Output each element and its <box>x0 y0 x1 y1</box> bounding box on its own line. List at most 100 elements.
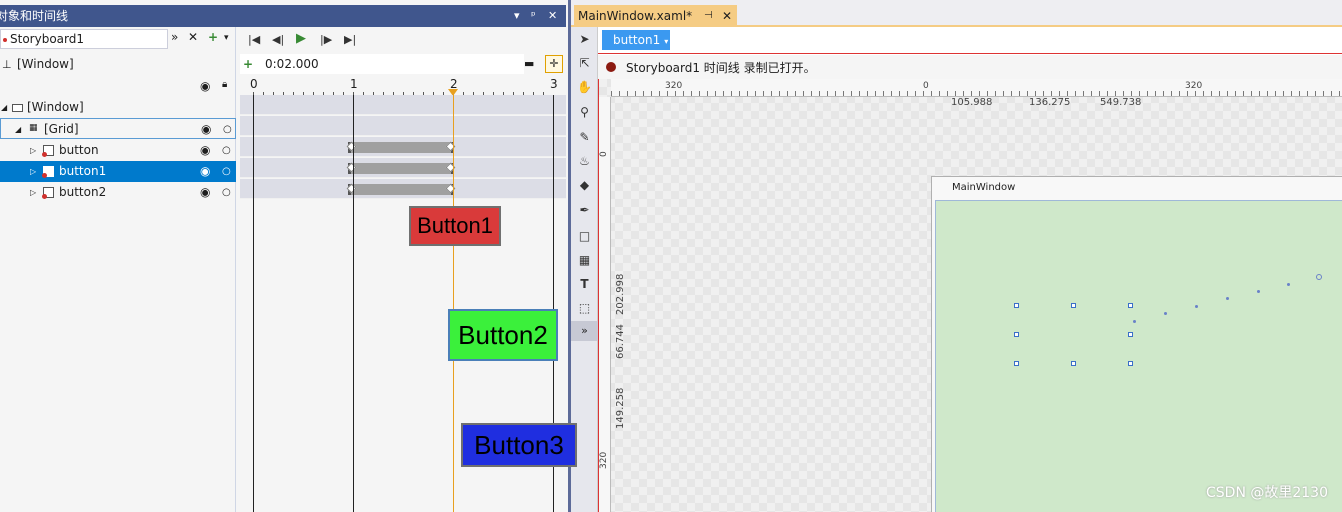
close-storyboard-icon[interactable]: ✕ <box>188 30 198 44</box>
button3-control[interactable]: Button3 <box>461 423 577 467</box>
root-window-row[interactable]: ⊥ [Window] <box>0 54 236 75</box>
keyframe-bar[interactable] <box>346 162 456 174</box>
record-keyframe-icon[interactable]: + <box>243 57 253 71</box>
lock-toggle-icon[interactable]: ○ <box>223 119 232 140</box>
tab-title: MainWindow.xaml* <box>578 9 693 23</box>
tree-item-window[interactable]: ◢ [Window] <box>0 97 236 118</box>
add-storyboard-icon[interactable]: + <box>208 30 218 44</box>
close-icon[interactable]: ✕ <box>722 5 732 27</box>
prev-frame-icon[interactable]: ◀| <box>272 33 284 46</box>
motion-path-endpoint[interactable] <box>1316 274 1322 280</box>
tree-item-grid[interactable]: ◢ ▦ [Grid] ◉ ○ <box>0 118 236 139</box>
control-icon[interactable]: ⬚ <box>576 300 593 317</box>
resize-handle[interactable] <box>1128 361 1133 366</box>
current-time: 0:02.000 <box>265 57 319 71</box>
storyboard-selector[interactable]: Storyboard1 <box>0 29 168 49</box>
direct-selection-icon[interactable]: ⇱ <box>576 55 593 72</box>
tree-item-button[interactable]: ▷ button ◉ ○ <box>0 140 236 161</box>
pin-icon[interactable]: ⊣ <box>704 5 713 27</box>
expand-icon[interactable]: ◢ <box>15 119 21 140</box>
panel-title: 对象和时间线 <box>0 9 69 23</box>
tree-item-button1[interactable]: ▷ button1 ◉ ○ <box>0 161 236 182</box>
resize-handle[interactable] <box>1128 303 1133 308</box>
watermark: CSDN @故里2130 <box>1206 485 1328 501</box>
go-to-start-icon[interactable]: |◀ <box>248 33 260 46</box>
close-icon[interactable]: ✕ <box>548 5 557 27</box>
timeline-ruler[interactable]: 0 1 2 3 <box>240 77 566 96</box>
breadcrumb: button1 ▾ <box>598 27 1342 54</box>
track-row <box>240 179 566 199</box>
pin-icon[interactable]: ᵖ <box>531 5 536 27</box>
button1-control[interactable]: Button1 <box>409 206 501 246</box>
collapse-icon[interactable]: ▷ <box>30 182 36 203</box>
more-tools-icon[interactable]: » <box>571 321 598 341</box>
ruler-label: 320 <box>665 81 683 91</box>
text-icon[interactable]: T <box>576 276 593 293</box>
artboard[interactable]: 320 0 320 105.988 136.275 549.738 0 320 … <box>598 79 1342 512</box>
button2-control[interactable]: Button2 <box>448 309 558 361</box>
keyframe[interactable] <box>346 162 357 173</box>
tree-item-label: button2 <box>59 185 107 199</box>
resize-handle[interactable] <box>1014 303 1019 308</box>
motion-path-point <box>1164 312 1167 315</box>
breadcrumb-item[interactable]: button1 ▾ <box>602 30 670 50</box>
lock-toggle-icon[interactable]: ○ <box>222 182 231 203</box>
size-label: 149.258 <box>615 387 626 429</box>
vertical-ruler: 0 320 <box>599 97 611 512</box>
resize-handle[interactable] <box>1014 332 1019 337</box>
eye-icon[interactable]: ◉ <box>200 161 210 182</box>
tree-item-label: button1 <box>59 164 107 178</box>
eye-icon[interactable]: ◉ <box>200 140 210 161</box>
track-row <box>240 137 566 157</box>
resize-handle[interactable] <box>1071 361 1076 366</box>
next-frame-icon[interactable]: |▶ <box>320 33 332 46</box>
resize-handle[interactable] <box>1071 303 1076 308</box>
collapse-icon[interactable]: ▷ <box>30 140 36 161</box>
tree-item-label: button <box>59 143 99 157</box>
rectangle-icon[interactable]: □ <box>576 228 593 245</box>
tree-item-button2[interactable]: ▷ button2 ◉ ○ <box>0 182 236 203</box>
keyframe-bar[interactable] <box>346 141 456 153</box>
storyboard-menu-icon[interactable]: ▾ <box>224 33 229 43</box>
zoom-icon[interactable]: ▬ <box>524 57 534 70</box>
eye-icon[interactable]: ◉ <box>201 119 211 140</box>
window-icon <box>12 104 23 112</box>
keyframe[interactable] <box>346 183 357 194</box>
record-dot-icon <box>3 38 7 42</box>
expand-icon[interactable]: ◢ <box>1 97 7 118</box>
selection-icon[interactable]: ➤ <box>576 31 593 48</box>
window-grid[interactable] <box>935 200 1342 512</box>
keyframe[interactable] <box>346 141 357 152</box>
pen-icon[interactable]: ✒ <box>576 202 593 219</box>
snap-icon[interactable]: ✛ <box>545 55 563 73</box>
collapse-icon[interactable]: ▷ <box>30 161 36 182</box>
design-surface: button1 ▾ Storyboard1 时间线 录制已打开。 320 0 32… <box>598 27 1342 512</box>
motion-path-point <box>1133 320 1136 323</box>
pan-icon[interactable]: ✋ <box>576 79 593 96</box>
recording-icon[interactable] <box>606 62 616 72</box>
collapse-icon[interactable]: » <box>171 30 178 44</box>
dropdown-icon[interactable]: ▾ <box>514 5 520 27</box>
eye-icon[interactable]: ◉ <box>200 79 210 93</box>
play-icon[interactable]: ▶ <box>296 31 306 46</box>
ruler-label: 320 <box>599 451 609 469</box>
zoom-icon[interactable]: ⚲ <box>576 104 593 121</box>
lock-icon[interactable]: 🔒︎ <box>222 79 227 90</box>
eyedropper-icon[interactable]: ✎ <box>576 129 593 146</box>
main-window-frame[interactable]: MainWindow <box>931 176 1342 512</box>
keyframe-bar[interactable] <box>346 183 456 195</box>
resize-handle[interactable] <box>1014 361 1019 366</box>
resize-handle[interactable] <box>1128 332 1133 337</box>
lock-toggle-icon[interactable]: ○ <box>222 140 231 161</box>
paint-bucket-icon[interactable]: ♨ <box>576 153 593 170</box>
go-to-end-icon[interactable]: ▶| <box>344 33 356 46</box>
document-tab[interactable]: MainWindow.xaml* ⊣ ✕ <box>574 5 737 27</box>
tick-label: 1 <box>350 77 358 91</box>
eraser-icon[interactable]: ◆ <box>576 177 593 194</box>
lock-toggle-icon[interactable]: ○ <box>222 161 231 182</box>
button1-label: Button1 <box>417 213 493 238</box>
playhead-line[interactable] <box>453 95 454 512</box>
eye-icon[interactable]: ◉ <box>200 182 210 203</box>
time-field[interactable]: + 0:02.000 <box>240 54 524 74</box>
grid-tool-icon[interactable]: ▦ <box>576 252 593 269</box>
